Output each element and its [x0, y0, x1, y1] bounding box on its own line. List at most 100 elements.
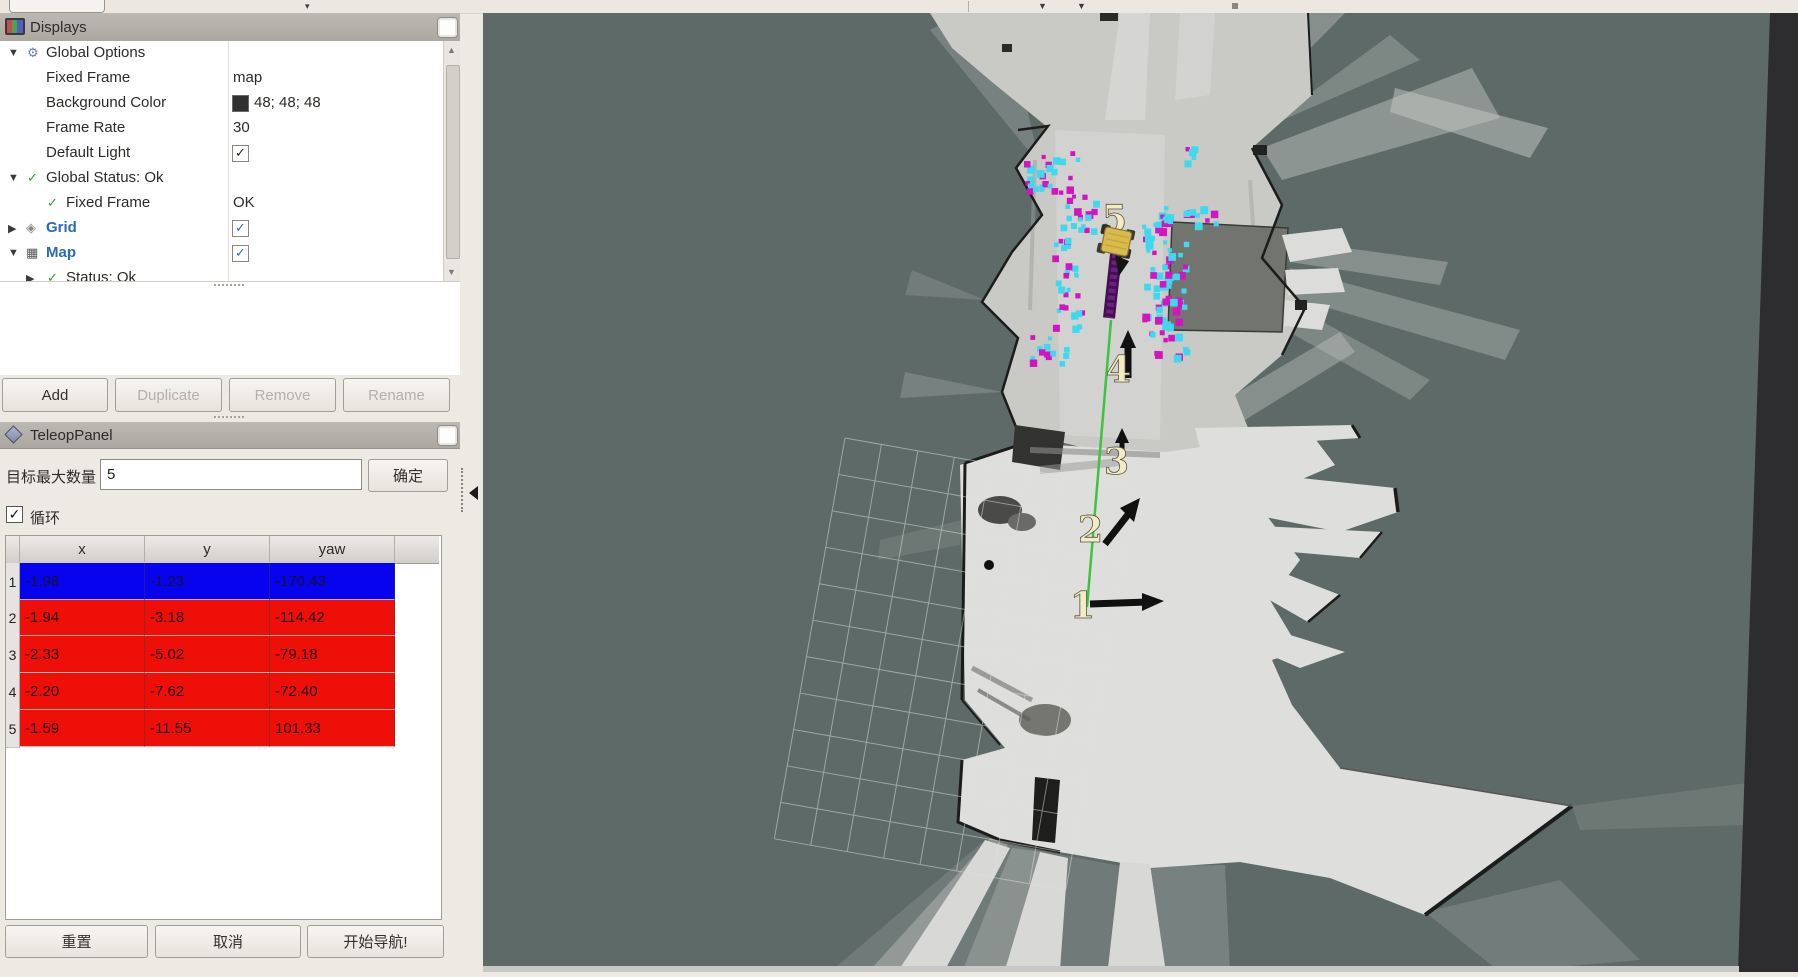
cell-yaw[interactable]: -72.40 [270, 673, 395, 710]
tree-row-frame-rate[interactable]: Frame Rate 30 [0, 116, 443, 141]
cell-yaw[interactable]: -79.18 [270, 636, 395, 673]
waypoint-label-1: 1 [1070, 585, 1095, 627]
dropdown-caret-icon[interactable]: ▼ [1038, 2, 1047, 11]
confirm-button[interactable]: 确定 [368, 459, 448, 492]
table-row[interactable]: 3 -2.33 -5.02 -79.18 [6, 636, 439, 673]
expander-right-icon[interactable]: ▶ [26, 272, 34, 282]
tree-row-grid[interactable]: ▶ ◈ Grid ✓ [0, 216, 443, 241]
tree-row-label: Global Status: Ok [46, 169, 164, 186]
add-button[interactable]: Add [2, 378, 108, 412]
cell-yaw[interactable]: -170.43 [270, 563, 395, 600]
cell-x[interactable]: -1.94 [20, 600, 145, 636]
tree-row-value[interactable]: map [233, 69, 262, 86]
cell-x[interactable]: -1.98 [20, 563, 145, 600]
column-header-x[interactable]: x [20, 536, 145, 562]
map-right-fingers [1282, 228, 1352, 330]
cell-x[interactable]: -2.33 [20, 636, 145, 673]
rviz-window: { "displays_panel": { "title": "Displays… [0, 0, 1798, 972]
loop-checkbox-checked[interactable]: ✓ [6, 506, 23, 523]
tree-row-fixed-frame[interactable]: Fixed Frame map [0, 66, 443, 91]
checkbox-checked[interactable]: ✓ [232, 220, 249, 237]
tree-row-label: Frame Rate [46, 119, 125, 136]
monitor-icon [5, 18, 25, 35]
cell-x[interactable]: -2.20 [20, 673, 145, 710]
table-header-row: x y yaw [6, 536, 439, 564]
table-corner-cell [6, 536, 20, 562]
map-canvas: 1 2 3 4 5 [483, 13, 1798, 972]
cell-yaw[interactable]: -114.42 [270, 600, 395, 636]
tree-row-map-status-partial[interactable]: ▶ ✓ Status: Ok [0, 266, 443, 282]
max-goals-input[interactable] [100, 459, 362, 490]
tree-row-value: OK [233, 194, 255, 211]
cell-y[interactable]: -5.02 [145, 636, 270, 673]
status-ok-check-icon: ✓ [47, 270, 58, 282]
tree-row-background-color[interactable]: Background Color 48; 48; 48 [0, 91, 443, 116]
expander-right-icon[interactable]: ▶ [8, 222, 16, 235]
teleop-panel-header[interactable]: TeleopPanel [0, 422, 460, 449]
column-header-y[interactable]: y [145, 536, 270, 562]
duplicate-button[interactable]: Duplicate [115, 378, 222, 412]
waypoint-table[interactable]: x y yaw 1 -1.98 -1.23 -170.43 2 -1.94 -3… [5, 535, 442, 920]
splitter-handle[interactable] [214, 416, 244, 418]
tree-row-global-status[interactable]: ▼ ✓ Global Status: Ok [0, 166, 443, 191]
displays-tree[interactable]: ▼ ⚙ Global Options Fixed Frame map Backg… [0, 41, 460, 282]
tree-row-label: Default Light [46, 144, 130, 161]
tree-row-fixed-frame-status[interactable]: ✓ Fixed Frame OK [0, 191, 443, 216]
cancel-button[interactable]: 取消 [155, 925, 301, 958]
remove-button[interactable]: Remove [229, 378, 336, 412]
expander-down-icon[interactable]: ▼ [8, 172, 19, 184]
gear-icon: ⚙ [27, 45, 39, 61]
panel-float-button[interactable] [437, 17, 458, 38]
checkbox-checked[interactable]: ✓ [232, 245, 249, 262]
tree-row-label: Fixed Frame [66, 194, 150, 211]
row-number: 1 [6, 563, 20, 601]
scroll-down-icon[interactable]: ▼ [447, 267, 456, 277]
chevron-down-icon[interactable]: ▾ [305, 2, 310, 11]
expander-down-icon[interactable]: ▼ [8, 247, 19, 259]
color-swatch[interactable] [232, 95, 249, 112]
tree-scrollbar[interactable]: ▲ ▼ [443, 41, 460, 281]
max-goals-label: 目标最大数量 [6, 466, 96, 487]
status-ok-check-icon: ✓ [27, 170, 38, 186]
column-header-yaw[interactable]: yaw [270, 536, 395, 562]
displays-panel-header[interactable]: Displays [0, 13, 460, 42]
waypoint-label-4: 4 [1106, 349, 1131, 391]
waypoint-label-3: 3 [1104, 441, 1129, 483]
tree-row-map[interactable]: ▼ ▦ Map ✓ [0, 241, 443, 266]
tree-row-value[interactable]: 48; 48; 48 [254, 94, 321, 111]
viewport-bottom-strip [483, 966, 1739, 972]
map-display-icon: ▦ [26, 245, 38, 261]
tree-row-global-options[interactable]: ▼ ⚙ Global Options [0, 41, 443, 66]
table-row[interactable]: 4 -2.20 -7.62 -72.40 [6, 673, 439, 710]
scroll-up-icon[interactable]: ▲ [447, 45, 456, 55]
cell-y[interactable]: -1.23 [145, 563, 270, 600]
start-navigation-button[interactable]: 开始导航! [307, 925, 444, 958]
cell-y[interactable]: -3.18 [145, 600, 270, 636]
checkbox-checked[interactable]: ✓ [232, 145, 249, 162]
table-row[interactable]: 2 -1.94 -3.18 -114.42 [6, 600, 439, 636]
table-row[interactable]: 1 -1.98 -1.23 -170.43 [6, 563, 439, 600]
row-number: 5 [6, 710, 20, 748]
tree-row-value[interactable]: 30 [233, 119, 250, 136]
table-row[interactable]: 5 -1.59 -11.55 101.33 [6, 710, 439, 747]
reset-button[interactable]: 重置 [5, 925, 148, 958]
rename-button[interactable]: Rename [343, 378, 450, 412]
tree-row-label: Global Options [46, 44, 145, 61]
panel-resize-handle[interactable] [461, 468, 463, 512]
splitter-handle[interactable] [214, 284, 244, 286]
tree-row-default-light[interactable]: Default Light ✓ [0, 141, 443, 166]
tree-row-label: Status: Ok [66, 269, 136, 282]
cell-y[interactable]: -11.55 [145, 710, 270, 747]
cell-x[interactable]: -1.59 [20, 710, 145, 747]
loop-label: 循环 [30, 507, 60, 528]
panel-float-button[interactable] [437, 425, 458, 446]
scrollbar-thumb[interactable] [446, 65, 460, 259]
toolbar-tab[interactable] [9, 0, 105, 13]
dropdown-caret-icon[interactable]: ▼ [1077, 2, 1086, 11]
tree-row-label: Fixed Frame [46, 69, 130, 86]
collapse-left-icon[interactable] [469, 486, 478, 500]
cell-yaw[interactable]: 101.33 [270, 710, 395, 747]
render-viewport[interactable]: 1 2 3 4 5 [483, 13, 1798, 972]
cell-y[interactable]: -7.62 [145, 673, 270, 710]
expander-down-icon[interactable]: ▼ [8, 47, 19, 59]
